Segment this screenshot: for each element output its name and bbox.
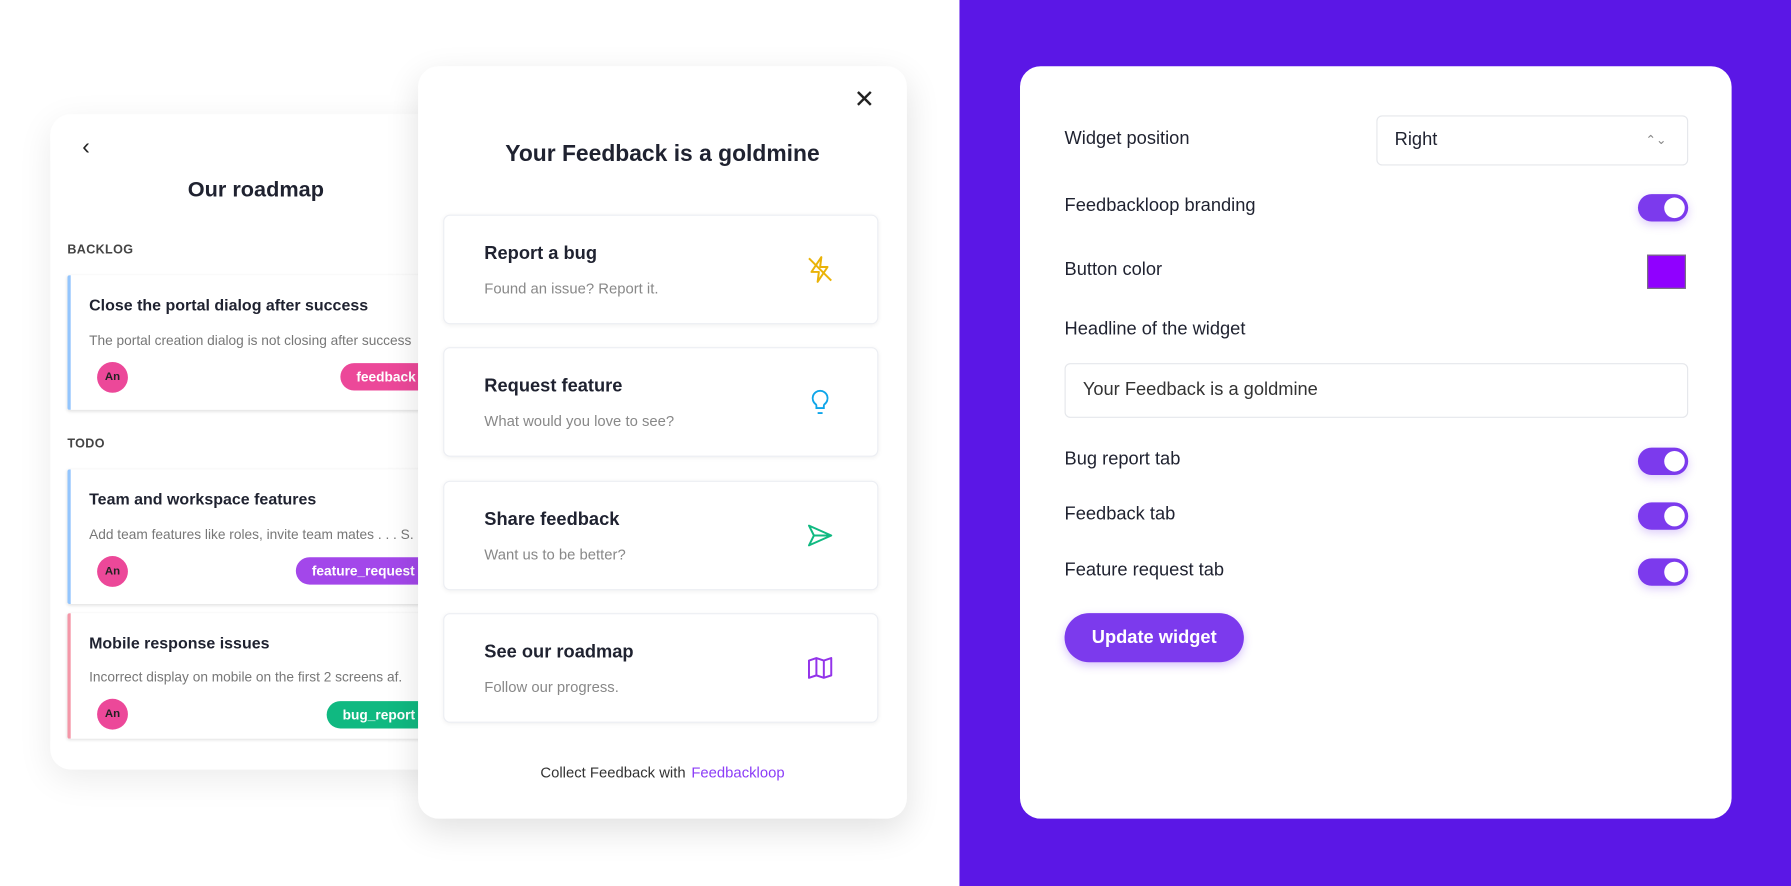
option-title: Request feature [484, 376, 623, 397]
avatar: An [97, 361, 128, 393]
item-description: Add team features like roles, invite tea… [89, 526, 414, 543]
option-subtitle: Found an issue? Report it. [484, 279, 659, 297]
option-title: Report a bug [484, 244, 598, 264]
chevron-left-icon[interactable]: ‹ [82, 135, 90, 161]
headline-label: Headline of the widget [1064, 319, 1246, 340]
bug-tab-label: Bug report tab [1064, 449, 1181, 470]
feedback-tab-toggle[interactable] [1637, 502, 1689, 530]
roadmap-title: Our roadmap [187, 178, 324, 203]
roadmap-item[interactable]: Mobile response issues Incorrect display… [67, 613, 473, 739]
section-label-backlog: BACKLOG [67, 243, 134, 257]
chevron-up-down-icon: ⌃⌄ [1645, 133, 1667, 148]
option-title: See our roadmap [484, 642, 634, 663]
item-title: Mobile response issues [89, 633, 270, 652]
branding-toggle[interactable] [1637, 194, 1689, 222]
section-label-todo: TODO [67, 437, 105, 452]
feature-tab-label: Feature request tab [1064, 560, 1225, 581]
avatar: An [97, 698, 128, 730]
update-widget-button[interactable]: Update widget [1064, 613, 1244, 663]
option-report-bug[interactable]: Report a bug Found an issue? Report it. [443, 214, 879, 325]
feedback-widget: ✕ Your Feedback is a goldmine Report a b… [418, 66, 907, 819]
map-icon [807, 657, 833, 679]
lightbulb-icon [811, 389, 829, 414]
widget-position-select[interactable]: Right ⌃⌄ [1376, 115, 1689, 166]
send-icon [807, 524, 833, 547]
headline-input[interactable]: Your Feedback is a goldmine [1064, 363, 1689, 418]
option-share-feedback[interactable]: Share feedback Want us to be better? [443, 480, 879, 591]
lightning-icon [808, 256, 832, 283]
item-description: Incorrect display on mobile on the first… [89, 669, 403, 686]
widget-position-label: Widget position [1064, 129, 1190, 149]
roadmap-item[interactable]: Close the portal dialog after success Th… [67, 275, 473, 410]
option-subtitle: What would you love to see? [484, 412, 675, 430]
feature-tab-toggle[interactable] [1637, 558, 1689, 586]
option-subtitle: Follow our progress. [484, 678, 619, 696]
option-subtitle: Want us to be better? [484, 545, 626, 563]
select-value: Right [1394, 130, 1438, 150]
footer-text: Collect Feedback with [540, 763, 686, 781]
widget-footer: Collect Feedback with Feedbackloop [418, 764, 907, 781]
item-title: Close the portal dialog after success [89, 295, 369, 314]
feedback-tab-label: Feedback tab [1064, 504, 1176, 525]
avatar: An [97, 556, 128, 587]
item-title: Team and workspace features [89, 489, 317, 509]
bug-tab-toggle[interactable] [1637, 447, 1689, 475]
settings-panel: Widget position Right ⌃⌄ Feedbackloop bra… [1020, 66, 1732, 819]
feedbackloop-link[interactable]: Feedbackloop [691, 764, 784, 781]
button-color-label: Button color [1064, 260, 1163, 280]
option-see-roadmap[interactable]: See our roadmap Follow our progress. [443, 613, 879, 723]
option-request-feature[interactable]: Request feature What would you love to s… [443, 347, 879, 457]
option-title: Share feedback [484, 510, 620, 530]
item-description: The portal creation dialog is not closin… [89, 332, 412, 349]
button-color-swatch[interactable] [1647, 254, 1686, 289]
widget-title: Your Feedback is a goldmine [505, 141, 820, 167]
tag-feature-request: feature_request [295, 557, 433, 585]
roadmap-panel: ‹ Our roadmap BACKLOG Close the portal d… [50, 114, 473, 770]
close-icon[interactable]: ✕ [854, 84, 875, 114]
branding-label: Feedbackloop branding [1064, 196, 1256, 216]
roadmap-item[interactable]: Team and workspace features Add team fea… [67, 469, 473, 605]
